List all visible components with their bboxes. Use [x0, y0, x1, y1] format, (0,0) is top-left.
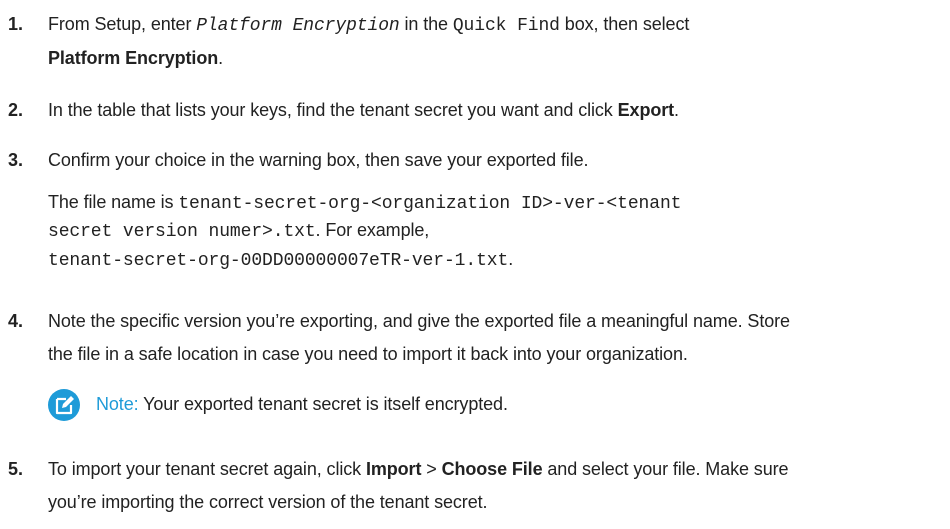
code-term: secret version numer>.txt: [48, 222, 316, 242]
step-number: 4.: [8, 311, 24, 331]
step-detail: The file name is tenant-secret-org-<orga…: [48, 192, 682, 214]
step-text: From Setup, enter Platform Encryption in…: [48, 14, 690, 36]
ui-term: Export: [617, 100, 675, 120]
step-number: 3.: [8, 150, 24, 170]
step-number: 2.: [8, 100, 24, 120]
step-text: you’re importing the correct version of …: [48, 492, 488, 512]
code-term: Quick Find: [452, 16, 560, 36]
note-text: Note: Your exported tenant secret is its…: [96, 394, 508, 414]
ui-term: Platform Encryption: [48, 48, 219, 68]
step-number: 1.: [8, 14, 24, 34]
step-detail: secret version numer>.txt. For example,: [48, 220, 430, 242]
step-text: In the table that lists your keys, find …: [48, 100, 679, 120]
code-term: tenant-secret-org-00DD00000007eTR-ver-1.…: [48, 251, 509, 271]
step-text: the file in a safe location in case you …: [48, 344, 688, 364]
step-detail: tenant-secret-org-00DD00000007eTR-ver-1.…: [48, 249, 514, 271]
step-text: Confirm your choice in the warning box, …: [48, 150, 589, 170]
code-term: Platform Encryption: [196, 16, 400, 36]
step-text: Platform Encryption.: [48, 48, 224, 68]
ui-term: Choose File: [441, 459, 543, 479]
step-number: 5.: [8, 459, 24, 479]
code-term: tenant-secret-org-<organization ID>-ver-…: [178, 194, 682, 214]
step-text: Note the specific version you’re exporti…: [48, 311, 790, 331]
note-label: Note:: [96, 394, 139, 414]
ui-term: Import: [365, 459, 422, 479]
step-text: To import your tenant secret again, clic…: [48, 459, 789, 479]
edit-note-icon: [48, 389, 80, 421]
